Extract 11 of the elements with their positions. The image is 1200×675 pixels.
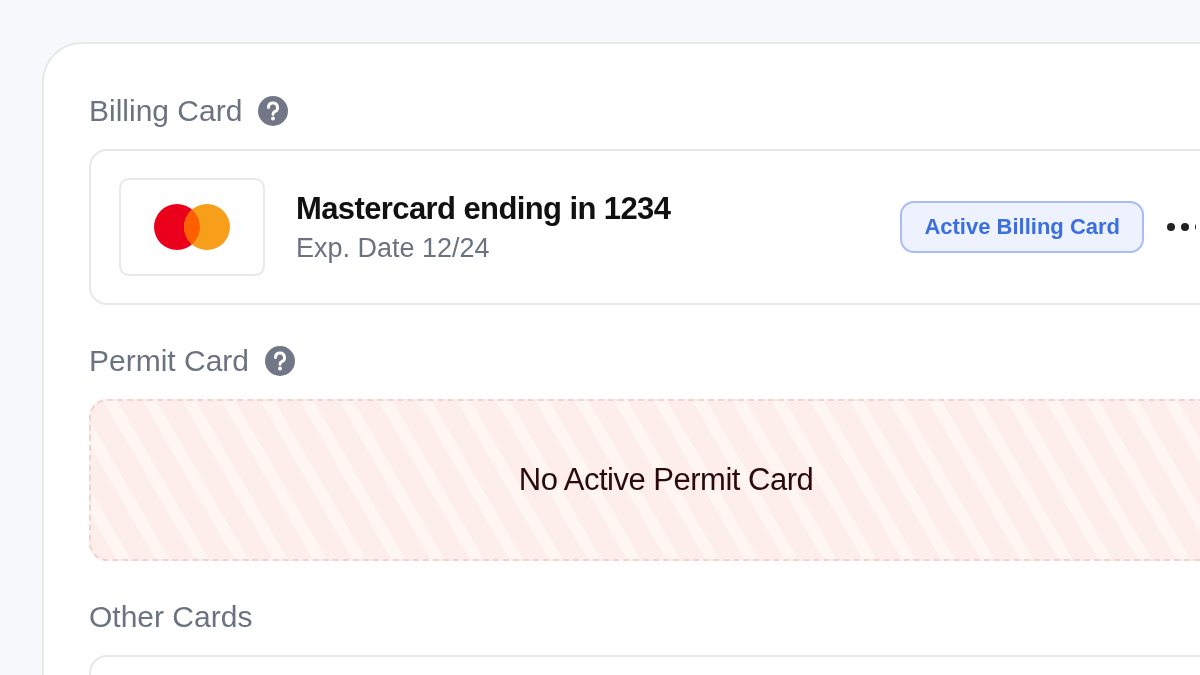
expiry-date: Exp. Date 12/24 (296, 232, 491, 264)
help-icon[interactable] (258, 96, 289, 126)
help-icon[interactable] (265, 346, 296, 376)
section-title: Permit Card (89, 344, 250, 378)
section-title: Other Cards (89, 600, 253, 634)
status-badge: Active Billing Card (900, 201, 1144, 253)
empty-message: No Active Permit Card (518, 462, 814, 498)
section-title: Billing Card (89, 94, 243, 128)
card-name: Mastercard ending in 1234 (296, 190, 672, 227)
two-circles-logo-icon (153, 203, 231, 251)
more-icon[interactable] (1166, 222, 1196, 232)
